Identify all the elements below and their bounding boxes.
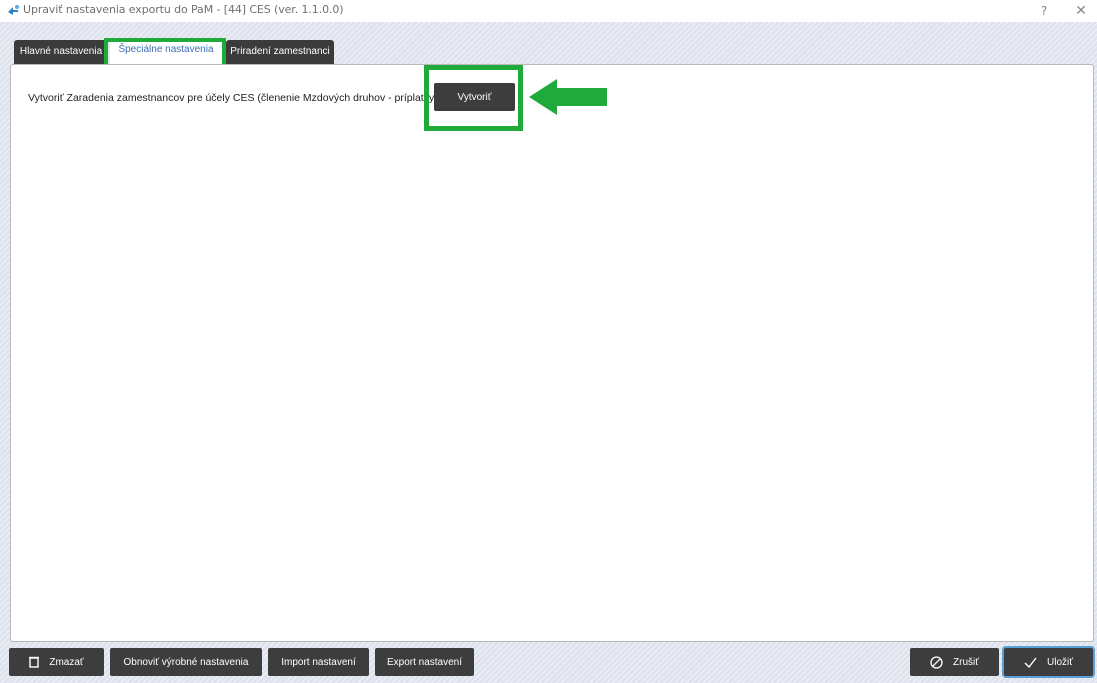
tab-main-settings[interactable]: Hlavné nastavenia: [14, 40, 108, 64]
cancel-button[interactable]: Zrušiť: [910, 648, 999, 676]
green-arrow-left-icon: [529, 79, 607, 115]
close-button[interactable]: ✕: [1071, 2, 1091, 20]
cancel-circle-icon: [930, 655, 943, 669]
title-bar: Upraviť nastavenia exportu do PaM - [44]…: [0, 0, 1097, 22]
dialog-body: Hlavné nastavenia Špeciálne nastavenia P…: [0, 22, 1097, 683]
cancel-label: Zrušiť: [953, 656, 979, 668]
import-settings-button[interactable]: Import nastavení: [268, 648, 369, 676]
create-assignment-label: Vytvoriť Zaradenia zamestnancov pre účel…: [28, 92, 438, 104]
help-button[interactable]: ?: [1034, 2, 1054, 20]
export-settings-button[interactable]: Export nastavení: [375, 648, 474, 676]
trash-icon: [29, 656, 40, 668]
delete-label: Zmazať: [49, 656, 84, 668]
checkmark-icon: [1024, 657, 1037, 668]
special-settings-panel: Vytvoriť Zaradenia zamestnancov pre účel…: [10, 64, 1094, 642]
delete-button[interactable]: Zmazať: [9, 648, 104, 676]
tab-assigned-employees[interactable]: Priradení zamestnanci: [226, 40, 334, 64]
app-icon: [8, 5, 19, 15]
save-button[interactable]: Uložiť: [1004, 648, 1093, 676]
window-title: Upraviť nastavenia exportu do PaM - [44]…: [23, 3, 344, 16]
create-button[interactable]: Vytvoriť: [434, 83, 515, 111]
save-label: Uložiť: [1047, 656, 1073, 668]
reset-factory-settings-button[interactable]: Obnoviť výrobné nastavenia: [110, 648, 262, 676]
